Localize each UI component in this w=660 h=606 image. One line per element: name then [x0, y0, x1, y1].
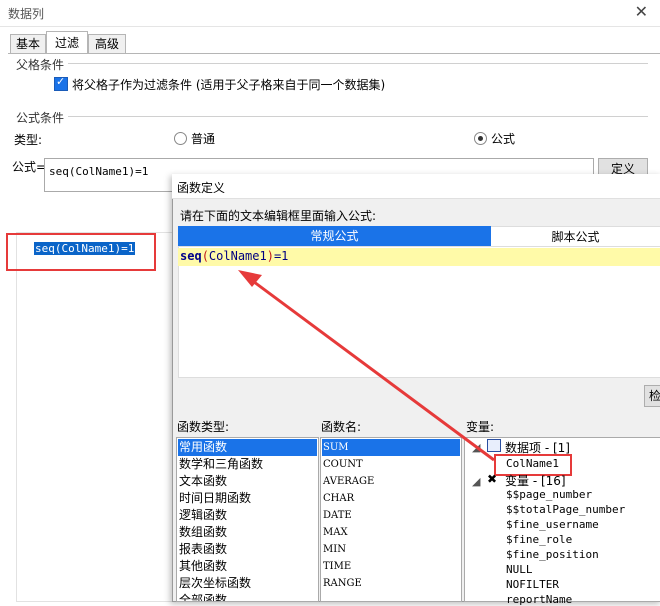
- window-title: 数据列: [8, 7, 45, 21]
- list-item[interactable]: COUNT: [323, 456, 363, 473]
- tab-script-formula[interactable]: 脚本公式: [491, 226, 660, 247]
- tree-item[interactable]: $fine_role: [506, 533, 572, 546]
- list-item[interactable]: CHAR: [323, 490, 354, 507]
- list-item[interactable]: AVERAGE: [323, 473, 374, 490]
- window-titlebar: 数据列 ✕: [0, 0, 660, 27]
- function-types-label: 函数类型:: [177, 420, 230, 434]
- editor-paren-token: (: [201, 249, 209, 263]
- list-item[interactable]: SUM: [322, 439, 460, 456]
- editor-formula-text: seq(ColName1)=1: [180, 249, 288, 263]
- tab-advanced[interactable]: 高级: [88, 34, 126, 53]
- list-item[interactable]: 逻辑函数: [179, 507, 227, 524]
- list-item[interactable]: 时间日期函数: [179, 490, 251, 507]
- variables-label: 变量:: [466, 420, 495, 434]
- list-item[interactable]: 数学和三角函数: [179, 456, 263, 473]
- function-types-list[interactable]: 常用函数 数学和三角函数 文本函数 时间日期函数 逻辑函数 数组函数 报表函数 …: [176, 437, 319, 602]
- radio-normal-label: 普通: [191, 132, 216, 146]
- dialog-titlebar: 函数定义: [172, 174, 660, 199]
- group-divider: [68, 63, 648, 64]
- list-item[interactable]: 其他函数: [179, 558, 227, 575]
- editor-fn-token: seq: [180, 249, 202, 263]
- tab-regular-formula[interactable]: 常规公式: [178, 226, 491, 246]
- dialog-prompt: 请在下面的文本编辑框里面输入公式:: [180, 209, 377, 223]
- type-label: 类型:: [14, 133, 43, 147]
- radio-formula-label: 公式: [491, 132, 516, 146]
- dialog-title: 函数定义: [177, 181, 226, 195]
- radio-formula[interactable]: [474, 132, 487, 145]
- tree-item[interactable]: $fine_username: [506, 518, 599, 531]
- tree-item[interactable]: $$page_number: [506, 488, 592, 501]
- list-item[interactable]: DATE: [323, 507, 352, 524]
- check-button[interactable]: 检: [644, 385, 660, 407]
- tab-basic[interactable]: 基本: [10, 34, 46, 53]
- list-item[interactable]: MIN: [323, 541, 346, 558]
- dataset-icon: [487, 439, 501, 452]
- tree-item[interactable]: NULL: [506, 563, 533, 576]
- highlight-box-preview: [6, 233, 156, 271]
- formula-label: 公式=: [12, 160, 47, 174]
- list-item[interactable]: 常用函数: [178, 439, 317, 456]
- variables-node[interactable]: 变量 - [16]: [505, 472, 566, 489]
- tree-item[interactable]: $fine_position: [506, 548, 599, 561]
- list-item[interactable]: 文本函数: [179, 473, 227, 490]
- expand-chevron-icon[interactable]: ◢: [472, 475, 480, 488]
- tab-filter[interactable]: 过滤: [46, 31, 88, 54]
- parent-filter-checkbox-label: 将父格子作为过滤条件 (适用于父子格来自于同一个数据集): [72, 78, 386, 92]
- parent-condition-label: 父格条件: [16, 58, 65, 72]
- preview-panel: [16, 232, 178, 602]
- close-icon[interactable]: ✕: [635, 2, 648, 21]
- tree-item[interactable]: NOFILTER: [506, 578, 559, 591]
- formula-condition-label: 公式条件: [16, 111, 65, 125]
- editor-arg-token: ColName1: [208, 249, 267, 263]
- tree-item[interactable]: $$totalPage_number: [506, 503, 625, 516]
- formula-value: seq(ColName1)=1: [49, 165, 149, 178]
- parent-filter-checkbox[interactable]: [54, 75, 68, 91]
- list-item[interactable]: 数组函数: [179, 524, 227, 541]
- list-item[interactable]: 全部函数: [179, 592, 227, 601]
- list-item[interactable]: MAX: [323, 524, 348, 541]
- editor-paren-token: ): [266, 249, 274, 263]
- list-item[interactable]: 报表函数: [179, 541, 227, 558]
- radio-normal[interactable]: [174, 132, 187, 145]
- list-item[interactable]: TIME: [323, 558, 351, 575]
- function-names-label: 函数名:: [321, 420, 362, 434]
- editor-rest-token: =1: [273, 249, 289, 263]
- list-item[interactable]: RANGE: [323, 575, 362, 592]
- list-item[interactable]: 层次坐标函数: [179, 575, 251, 592]
- group-divider: [68, 116, 648, 117]
- expand-chevron-icon[interactable]: ◢: [472, 441, 480, 454]
- tab-divider: [8, 53, 660, 54]
- variable-group-icon: ✖: [487, 472, 498, 486]
- function-names-list[interactable]: SUM COUNT AVERAGE CHAR DATE MAX MIN TIME…: [320, 437, 462, 602]
